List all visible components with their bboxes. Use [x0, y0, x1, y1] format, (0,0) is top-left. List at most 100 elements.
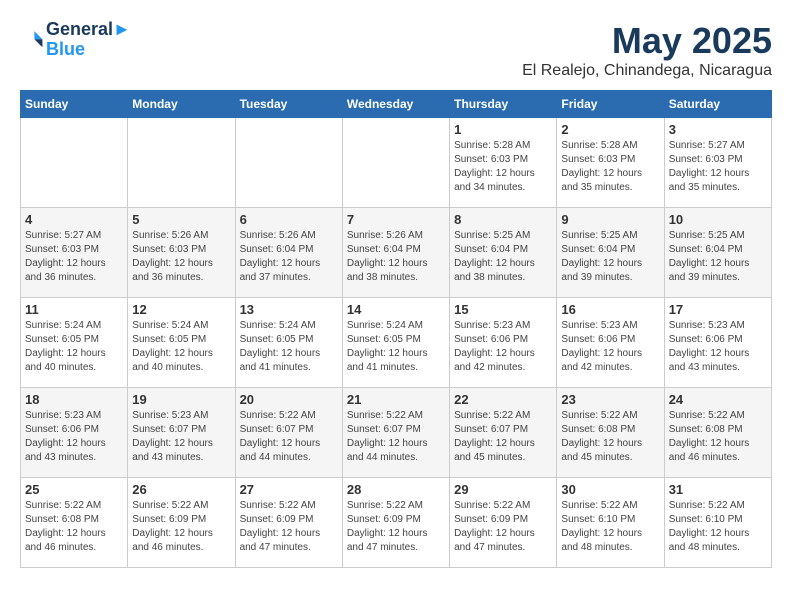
day-info: Sunrise: 5:22 AM Sunset: 6:09 PM Dayligh… [454, 499, 552, 555]
day-number: 8 [454, 212, 552, 227]
day-number: 3 [669, 122, 767, 137]
calendar-subtitle: El Realejo, Chinandega, Nicaragua [522, 62, 772, 80]
day-number: 30 [561, 482, 659, 497]
day-info: Sunrise: 5:24 AM Sunset: 6:05 PM Dayligh… [240, 319, 338, 375]
day-info: Sunrise: 5:25 AM Sunset: 6:04 PM Dayligh… [561, 229, 659, 285]
week-row-3: 11 Sunrise: 5:24 AM Sunset: 6:05 PM Dayli… [21, 298, 772, 388]
day-cell: 31 Sunrise: 5:22 AM Sunset: 6:10 PM Dayli… [664, 478, 771, 568]
day-cell [128, 118, 235, 208]
week-row-2: 4 Sunrise: 5:27 AM Sunset: 6:03 PM Daylig… [21, 208, 772, 298]
day-info: Sunrise: 5:26 AM Sunset: 6:04 PM Dayligh… [240, 229, 338, 285]
day-info: Sunrise: 5:22 AM Sunset: 6:09 PM Dayligh… [347, 499, 445, 555]
day-number: 16 [561, 302, 659, 317]
day-info: Sunrise: 5:23 AM Sunset: 6:06 PM Dayligh… [561, 319, 659, 375]
day-cell: 19 Sunrise: 5:23 AM Sunset: 6:07 PM Dayli… [128, 388, 235, 478]
day-cell: 15Sunrise: 5:23 AM Sunset: 6:06 PM Dayli… [450, 298, 557, 388]
day-number: 9 [561, 212, 659, 227]
day-cell: 27Sunrise: 5:22 AM Sunset: 6:09 PM Dayli… [235, 478, 342, 568]
day-info: Sunrise: 5:22 AM Sunset: 6:10 PM Dayligh… [669, 499, 767, 555]
day-info: Sunrise: 5:23 AM Sunset: 6:06 PM Dayligh… [25, 409, 123, 465]
day-cell: 3Sunrise: 5:27 AM Sunset: 6:03 PM Daylig… [664, 118, 771, 208]
day-number: 26 [132, 482, 230, 497]
day-info: Sunrise: 5:26 AM Sunset: 6:04 PM Dayligh… [347, 229, 445, 285]
day-number: 13 [240, 302, 338, 317]
day-cell: 23 Sunrise: 5:22 AM Sunset: 6:08 PM Dayli… [557, 388, 664, 478]
day-cell: 26 Sunrise: 5:22 AM Sunset: 6:09 PM Dayli… [128, 478, 235, 568]
header-cell-sunday: Sunday [21, 91, 128, 118]
day-number: 14 [347, 302, 445, 317]
calendar-header: SundayMondayTuesdayWednesdayThursdayFrid… [21, 91, 772, 118]
day-cell: 25 Sunrise: 5:22 AM Sunset: 6:08 PM Dayli… [21, 478, 128, 568]
calendar-table: SundayMondayTuesdayWednesdayThursdayFrid… [20, 90, 772, 568]
day-info: Sunrise: 5:22 AM Sunset: 6:08 PM Dayligh… [669, 409, 767, 465]
day-cell: 16 Sunrise: 5:23 AM Sunset: 6:06 PM Dayli… [557, 298, 664, 388]
day-info: Sunrise: 5:22 AM Sunset: 6:07 PM Dayligh… [454, 409, 552, 465]
day-cell: 2 Sunrise: 5:28 AM Sunset: 6:03 PM Daylig… [557, 118, 664, 208]
day-info: Sunrise: 5:26 AM Sunset: 6:03 PM Dayligh… [132, 229, 230, 285]
day-info: Sunrise: 5:28 AM Sunset: 6:03 PM Dayligh… [561, 139, 659, 195]
day-number: 18 [25, 392, 123, 407]
week-row-1: 1 Sunrise: 5:28 AM Sunset: 6:03 PM Daylig… [21, 118, 772, 208]
day-number: 31 [669, 482, 767, 497]
day-info: Sunrise: 5:22 AM Sunset: 6:10 PM Dayligh… [561, 499, 659, 555]
day-number: 28 [347, 482, 445, 497]
day-cell: 9 Sunrise: 5:25 AM Sunset: 6:04 PM Daylig… [557, 208, 664, 298]
day-cell: 13 Sunrise: 5:24 AM Sunset: 6:05 PM Dayli… [235, 298, 342, 388]
day-number: 1 [454, 122, 552, 137]
day-number: 5 [132, 212, 230, 227]
day-number: 12 [132, 302, 230, 317]
day-info: Sunrise: 5:22 AM Sunset: 6:07 PM Dayligh… [240, 409, 338, 465]
day-cell: 20 Sunrise: 5:22 AM Sunset: 6:07 PM Dayli… [235, 388, 342, 478]
header-cell-saturday: Saturday [664, 91, 771, 118]
day-number: 21 [347, 392, 445, 407]
day-number: 6 [240, 212, 338, 227]
day-cell: 8 Sunrise: 5:25 AM Sunset: 6:04 PM Daylig… [450, 208, 557, 298]
header-cell-monday: Monday [128, 91, 235, 118]
day-cell: 24 Sunrise: 5:22 AM Sunset: 6:08 PM Dayli… [664, 388, 771, 478]
header-cell-tuesday: Tuesday [235, 91, 342, 118]
day-number: 2 [561, 122, 659, 137]
logo: General► Blue [20, 20, 131, 60]
day-info: Sunrise: 5:24 AM Sunset: 6:05 PM Dayligh… [25, 319, 123, 375]
day-info: Sunrise: 5:22 AM Sunset: 6:07 PM Dayligh… [347, 409, 445, 465]
day-cell [235, 118, 342, 208]
header: General► Blue May 2025 El Realejo, China… [20, 20, 772, 80]
day-cell: 18 Sunrise: 5:23 AM Sunset: 6:06 PM Dayli… [21, 388, 128, 478]
day-cell: 1Sunrise: 5:28 AM Sunset: 6:03 PM Daylig… [450, 118, 557, 208]
day-number: 7 [347, 212, 445, 227]
day-cell: 11 Sunrise: 5:24 AM Sunset: 6:05 PM Dayli… [21, 298, 128, 388]
day-cell: 28 Sunrise: 5:22 AM Sunset: 6:09 PM Dayli… [342, 478, 449, 568]
day-info: Sunrise: 5:23 AM Sunset: 6:06 PM Dayligh… [454, 319, 552, 375]
day-cell: 10 Sunrise: 5:25 AM Sunset: 6:04 PM Dayli… [664, 208, 771, 298]
day-info: Sunrise: 5:27 AM Sunset: 6:03 PM Dayligh… [25, 229, 123, 285]
day-cell: 12 Sunrise: 5:24 AM Sunset: 6:05 PM Dayli… [128, 298, 235, 388]
day-cell: 14 Sunrise: 5:24 AM Sunset: 6:05 PM Dayli… [342, 298, 449, 388]
day-info: Sunrise: 5:22 AM Sunset: 6:08 PM Dayligh… [561, 409, 659, 465]
day-info: Sunrise: 5:25 AM Sunset: 6:04 PM Dayligh… [669, 229, 767, 285]
header-row: SundayMondayTuesdayWednesdayThursdayFrid… [21, 91, 772, 118]
day-number: 23 [561, 392, 659, 407]
logo-icon [20, 28, 44, 52]
day-number: 10 [669, 212, 767, 227]
day-cell [21, 118, 128, 208]
week-row-5: 25 Sunrise: 5:22 AM Sunset: 6:08 PM Dayli… [21, 478, 772, 568]
day-cell: 17 Sunrise: 5:23 AM Sunset: 6:06 PM Dayli… [664, 298, 771, 388]
day-info: Sunrise: 5:23 AM Sunset: 6:06 PM Dayligh… [669, 319, 767, 375]
day-info: Sunrise: 5:24 AM Sunset: 6:05 PM Dayligh… [347, 319, 445, 375]
day-number: 17 [669, 302, 767, 317]
day-info: Sunrise: 5:23 AM Sunset: 6:07 PM Dayligh… [132, 409, 230, 465]
day-info: Sunrise: 5:24 AM Sunset: 6:05 PM Dayligh… [132, 319, 230, 375]
day-info: Sunrise: 5:22 AM Sunset: 6:08 PM Dayligh… [25, 499, 123, 555]
day-info: Sunrise: 5:25 AM Sunset: 6:04 PM Dayligh… [454, 229, 552, 285]
day-number: 24 [669, 392, 767, 407]
day-number: 19 [132, 392, 230, 407]
day-number: 11 [25, 302, 123, 317]
header-cell-friday: Friday [557, 91, 664, 118]
day-info: Sunrise: 5:22 AM Sunset: 6:09 PM Dayligh… [132, 499, 230, 555]
day-number: 20 [240, 392, 338, 407]
day-number: 4 [25, 212, 123, 227]
day-cell: 22Sunrise: 5:22 AM Sunset: 6:07 PM Dayli… [450, 388, 557, 478]
day-number: 25 [25, 482, 123, 497]
day-cell: 21 Sunrise: 5:22 AM Sunset: 6:07 PM Dayli… [342, 388, 449, 478]
title-section: May 2025 El Realejo, Chinandega, Nicarag… [522, 20, 772, 80]
